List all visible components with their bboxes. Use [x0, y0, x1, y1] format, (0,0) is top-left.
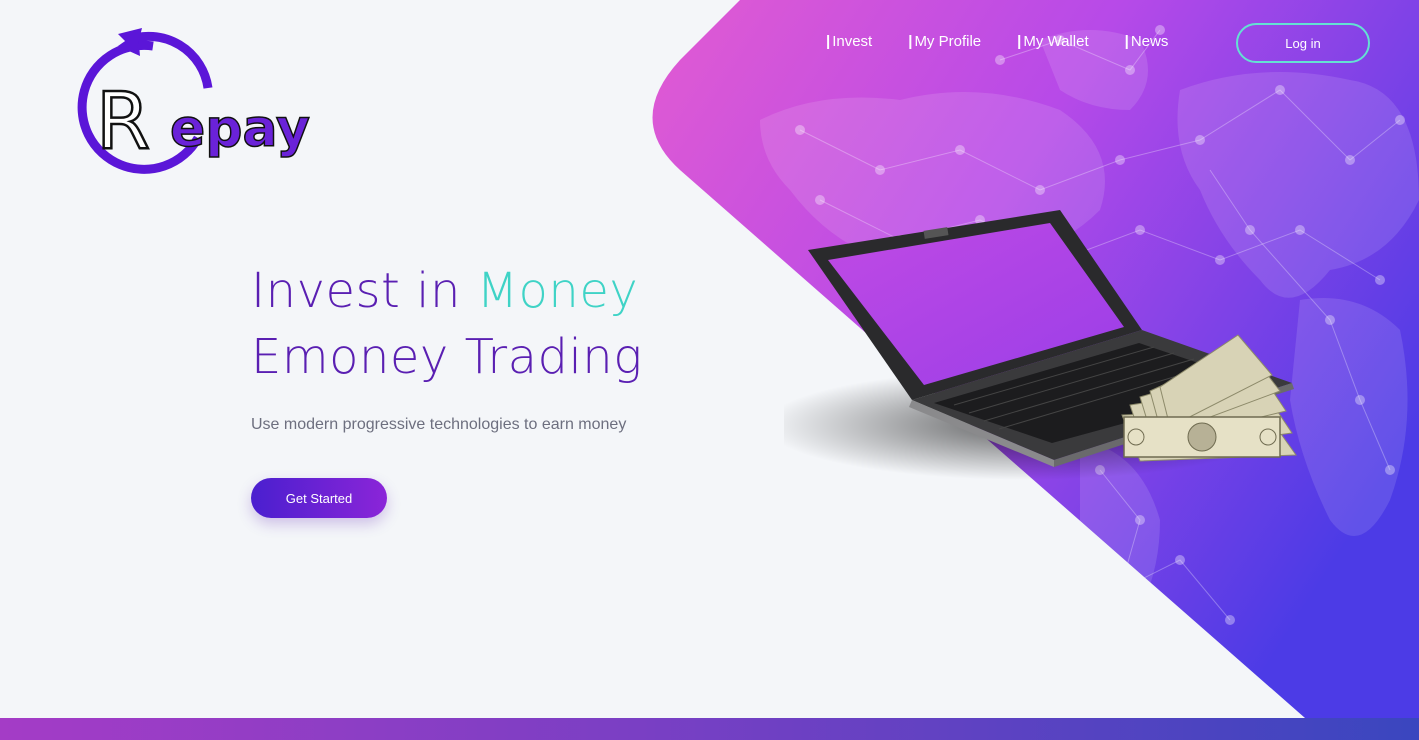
main-nav: | Invest | My Profile | My Wallet | News [826, 33, 1168, 50]
nav-item-label: News [1130, 33, 1169, 50]
nav-item-invest[interactable]: | Invest [826, 33, 872, 50]
nav-item-my-profile[interactable]: | My Profile [908, 33, 981, 50]
svg-text:epay: epay [170, 99, 310, 159]
headline-accent: Money [476, 263, 639, 319]
repay-logo-icon[interactable]: R epay [58, 28, 328, 178]
hero-subtitle: Use modern progressive technologies to e… [251, 416, 627, 433]
bottom-gradient-bar [0, 718, 1419, 740]
nav-item-my-wallet[interactable]: | My Wallet [1017, 33, 1088, 50]
headline-line2: Emoney Trading [251, 329, 643, 385]
login-button[interactable]: Log in [1236, 23, 1370, 63]
get-started-button[interactable]: Get Started [251, 478, 387, 518]
hero-headline: Invest in Money Emoney Trading [251, 258, 643, 390]
nav-item-news[interactable]: | News [1125, 33, 1169, 50]
nav-item-label: Invest [832, 33, 873, 50]
nav-item-label: My Wallet [1023, 33, 1089, 50]
nav-item-label: My Profile [914, 33, 982, 50]
laptop-illustration [784, 210, 1297, 480]
svg-text:R: R [96, 77, 150, 167]
headline-prefix: Invest in [251, 263, 477, 319]
